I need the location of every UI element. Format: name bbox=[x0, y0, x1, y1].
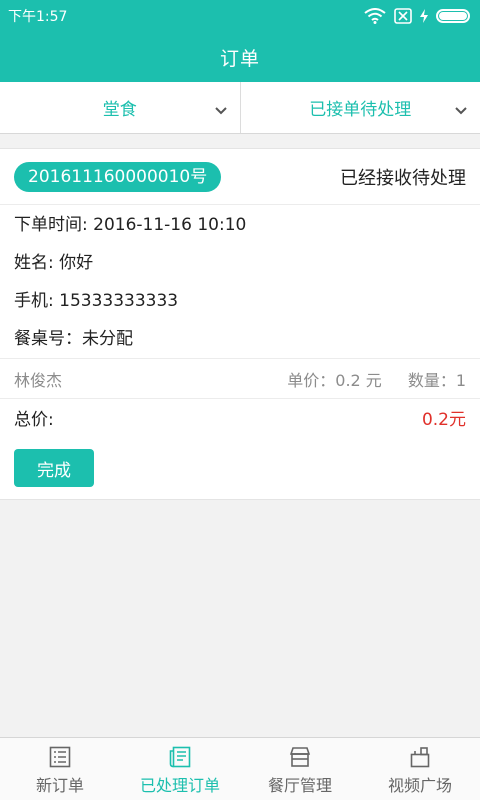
dining-type-dropdown[interactable]: 堂食 bbox=[0, 82, 241, 133]
customer-phone: 手机: 15333333333 bbox=[14, 291, 179, 311]
tab-new-orders-label: 新订单 bbox=[35, 776, 84, 795]
wifi-icon bbox=[364, 8, 386, 24]
charging-icon bbox=[420, 9, 428, 23]
status-bar: 下午1:57 bbox=[0, 0, 480, 32]
camera-icon bbox=[409, 746, 431, 772]
status-icons bbox=[364, 8, 470, 24]
list-icon bbox=[49, 746, 71, 772]
order-header: 201611160000010号 已经接收待处理 bbox=[0, 149, 480, 205]
chevron-down-icon bbox=[214, 101, 228, 121]
order-item-row: 林俊杰 单价：0.2 元 数量：1 bbox=[0, 358, 480, 398]
chevron-down-icon bbox=[454, 101, 468, 121]
order-info: 下单时间: 2016-11-16 10:10 姓名: 你好 手机: 153333… bbox=[0, 205, 480, 358]
item-quantity: 数量：1 bbox=[407, 370, 466, 390]
order-time: 下单时间: 2016-11-16 10:10 bbox=[14, 215, 247, 235]
dining-type-label: 堂食 bbox=[102, 100, 137, 120]
tab-video-square-label: 视频广场 bbox=[387, 776, 452, 795]
order-card: 201611160000010号 已经接收待处理 下单时间: 2016-11-1… bbox=[0, 148, 480, 500]
table-number: 餐桌号：未分配 bbox=[14, 329, 133, 349]
tab-restaurant-management[interactable]: 餐厅管理 bbox=[240, 738, 360, 800]
tab-video-square[interactable]: 视频广场 bbox=[360, 738, 480, 800]
total-label: 总价: bbox=[14, 410, 54, 430]
filter-bar: 堂食 已接单待处理 bbox=[0, 82, 480, 134]
tab-processed-orders-label: 已处理订单 bbox=[139, 776, 220, 795]
complete-button[interactable]: 完成 bbox=[14, 449, 94, 487]
item-unit-price: 单价：0.2 元 bbox=[287, 370, 382, 390]
order-status-filter-label: 已接单待处理 bbox=[309, 100, 412, 120]
tab-new-orders[interactable]: 新订单 bbox=[0, 738, 120, 800]
tab-restaurant-management-label: 餐厅管理 bbox=[267, 776, 332, 795]
order-status: 已经接收待处理 bbox=[340, 167, 466, 189]
customer-name: 姓名: 你好 bbox=[14, 253, 94, 273]
total-row: 总价: 0.2元 bbox=[0, 398, 480, 436]
store-icon bbox=[289, 746, 311, 772]
item-name: 林俊杰 bbox=[14, 370, 63, 390]
total-value: 0.2元 bbox=[421, 410, 466, 430]
battery-icon bbox=[436, 9, 470, 23]
bottom-nav: 新订单 已处理订单 餐厅管理 视频广场 bbox=[0, 737, 480, 800]
document-icon bbox=[169, 746, 191, 772]
page-title: 订单 bbox=[0, 32, 480, 82]
status-time: 下午1:57 bbox=[8, 9, 68, 25]
order-status-dropdown[interactable]: 已接单待处理 bbox=[241, 82, 480, 133]
order-number-badge: 201611160000010号 bbox=[14, 161, 222, 192]
tab-processed-orders[interactable]: 已处理订单 bbox=[120, 738, 240, 800]
no-sim-icon bbox=[394, 8, 412, 24]
